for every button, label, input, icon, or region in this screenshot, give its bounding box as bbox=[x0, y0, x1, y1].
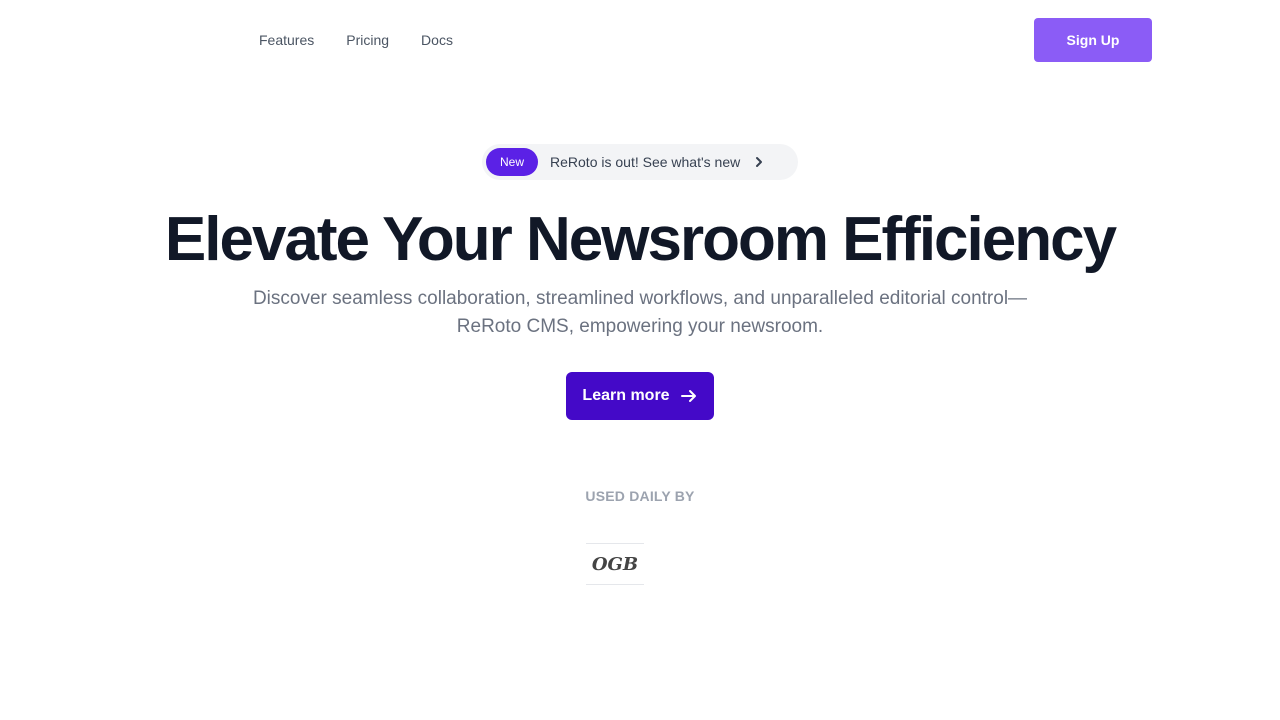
sign-up-button[interactable]: Sign Up bbox=[1034, 18, 1152, 62]
landing-page: Features Pricing Docs Sign Up New ReRoto… bbox=[0, 0, 1280, 720]
used-daily-by-label: USED DAILY BY bbox=[585, 488, 695, 504]
learn-more-button[interactable]: Learn more bbox=[566, 372, 714, 420]
customer-logo: OGB bbox=[586, 543, 644, 585]
nav-link-features[interactable]: Features bbox=[243, 24, 330, 56]
hero-title: Elevate Your Newsroom Efficiency bbox=[164, 205, 1117, 274]
chevron-right-icon bbox=[752, 155, 766, 169]
site-header: Features Pricing Docs Sign Up bbox=[0, 0, 1280, 80]
arrow-right-icon bbox=[680, 387, 698, 405]
new-badge: New bbox=[486, 148, 539, 176]
announcement-pill[interactable]: New ReRoto is out! See what's new bbox=[482, 144, 798, 180]
learn-more-label: Learn more bbox=[582, 387, 670, 404]
main-nav: Features Pricing Docs bbox=[243, 24, 469, 56]
nav-link-pricing[interactable]: Pricing bbox=[330, 24, 405, 56]
customer-logo-text: OGB bbox=[591, 553, 639, 575]
hero-subtitle: Discover seamless collaboration, streaml… bbox=[252, 288, 1028, 337]
announcement-text: ReRoto is out! See what's new bbox=[550, 154, 741, 170]
nav-link-docs[interactable]: Docs bbox=[405, 24, 469, 56]
